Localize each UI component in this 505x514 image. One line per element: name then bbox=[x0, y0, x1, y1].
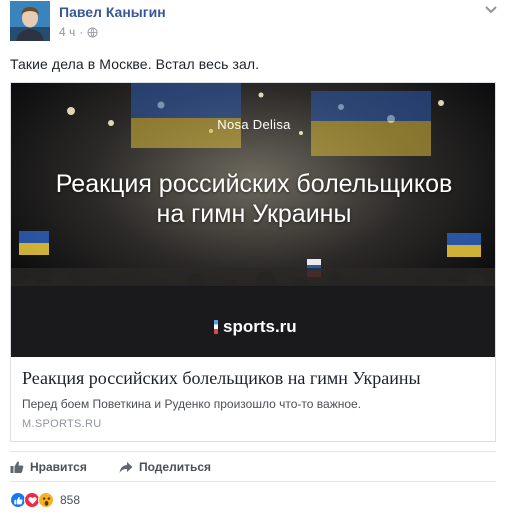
sports-ru-logo-mark bbox=[214, 320, 218, 334]
image-title-line-1: Реакция российских болельщиков bbox=[55, 170, 453, 198]
share-button[interactable]: Поделиться bbox=[119, 460, 211, 474]
like-label: Нравится bbox=[30, 460, 87, 474]
link-title[interactable]: Реакция российских болельщиков на гимн У… bbox=[22, 368, 421, 389]
facebook-post: Павел Каныгин 4 ч · Такие дела в Москве.… bbox=[0, 0, 505, 514]
link-description: Перед боем Поветкина и Руденко произошло… bbox=[22, 397, 362, 411]
post-meta: 4 ч · bbox=[59, 25, 98, 39]
link-preview-image[interactable]: Nosa Delisa Реакция российских болельщик… bbox=[11, 83, 495, 357]
reaction-count[interactable]: 858 bbox=[60, 493, 80, 507]
image-title-overlay: Реакция российских болельщиков на гимн У… bbox=[11, 169, 495, 229]
author-name[interactable]: Павел Каныгин bbox=[59, 4, 166, 20]
sports-ru-logo-text: sports.ru bbox=[223, 317, 297, 336]
post-time[interactable]: 4 ч bbox=[59, 25, 75, 39]
post-text: Такие дела в Москве. Встал весь зал. bbox=[10, 56, 260, 72]
reactions-summary[interactable]: 858 bbox=[10, 492, 80, 508]
share-label: Поделиться bbox=[139, 460, 212, 474]
share-arrow-icon bbox=[119, 461, 133, 473]
thumbs-up-icon bbox=[10, 461, 24, 473]
image-author-overlay: Nosa Delisa bbox=[217, 117, 291, 132]
wow-reaction-icon bbox=[38, 492, 54, 508]
image-title-line-2: на гимн Украины bbox=[156, 200, 352, 228]
like-button[interactable]: Нравится bbox=[10, 460, 87, 474]
author-avatar[interactable] bbox=[10, 1, 50, 41]
action-bar: Нравится Поделиться bbox=[10, 451, 496, 482]
link-preview-text[interactable]: Реакция российских болельщиков на гимн У… bbox=[11, 357, 495, 441]
link-domain: M.SPORTS.RU bbox=[22, 418, 102, 430]
sports-ru-logo: sports.ru bbox=[214, 317, 297, 337]
link-preview-card[interactable]: Nosa Delisa Реакция российских болельщик… bbox=[10, 82, 496, 442]
globe-icon[interactable] bbox=[87, 26, 98, 38]
chevron-down-icon[interactable] bbox=[483, 4, 499, 16]
meta-separator: · bbox=[79, 25, 84, 39]
